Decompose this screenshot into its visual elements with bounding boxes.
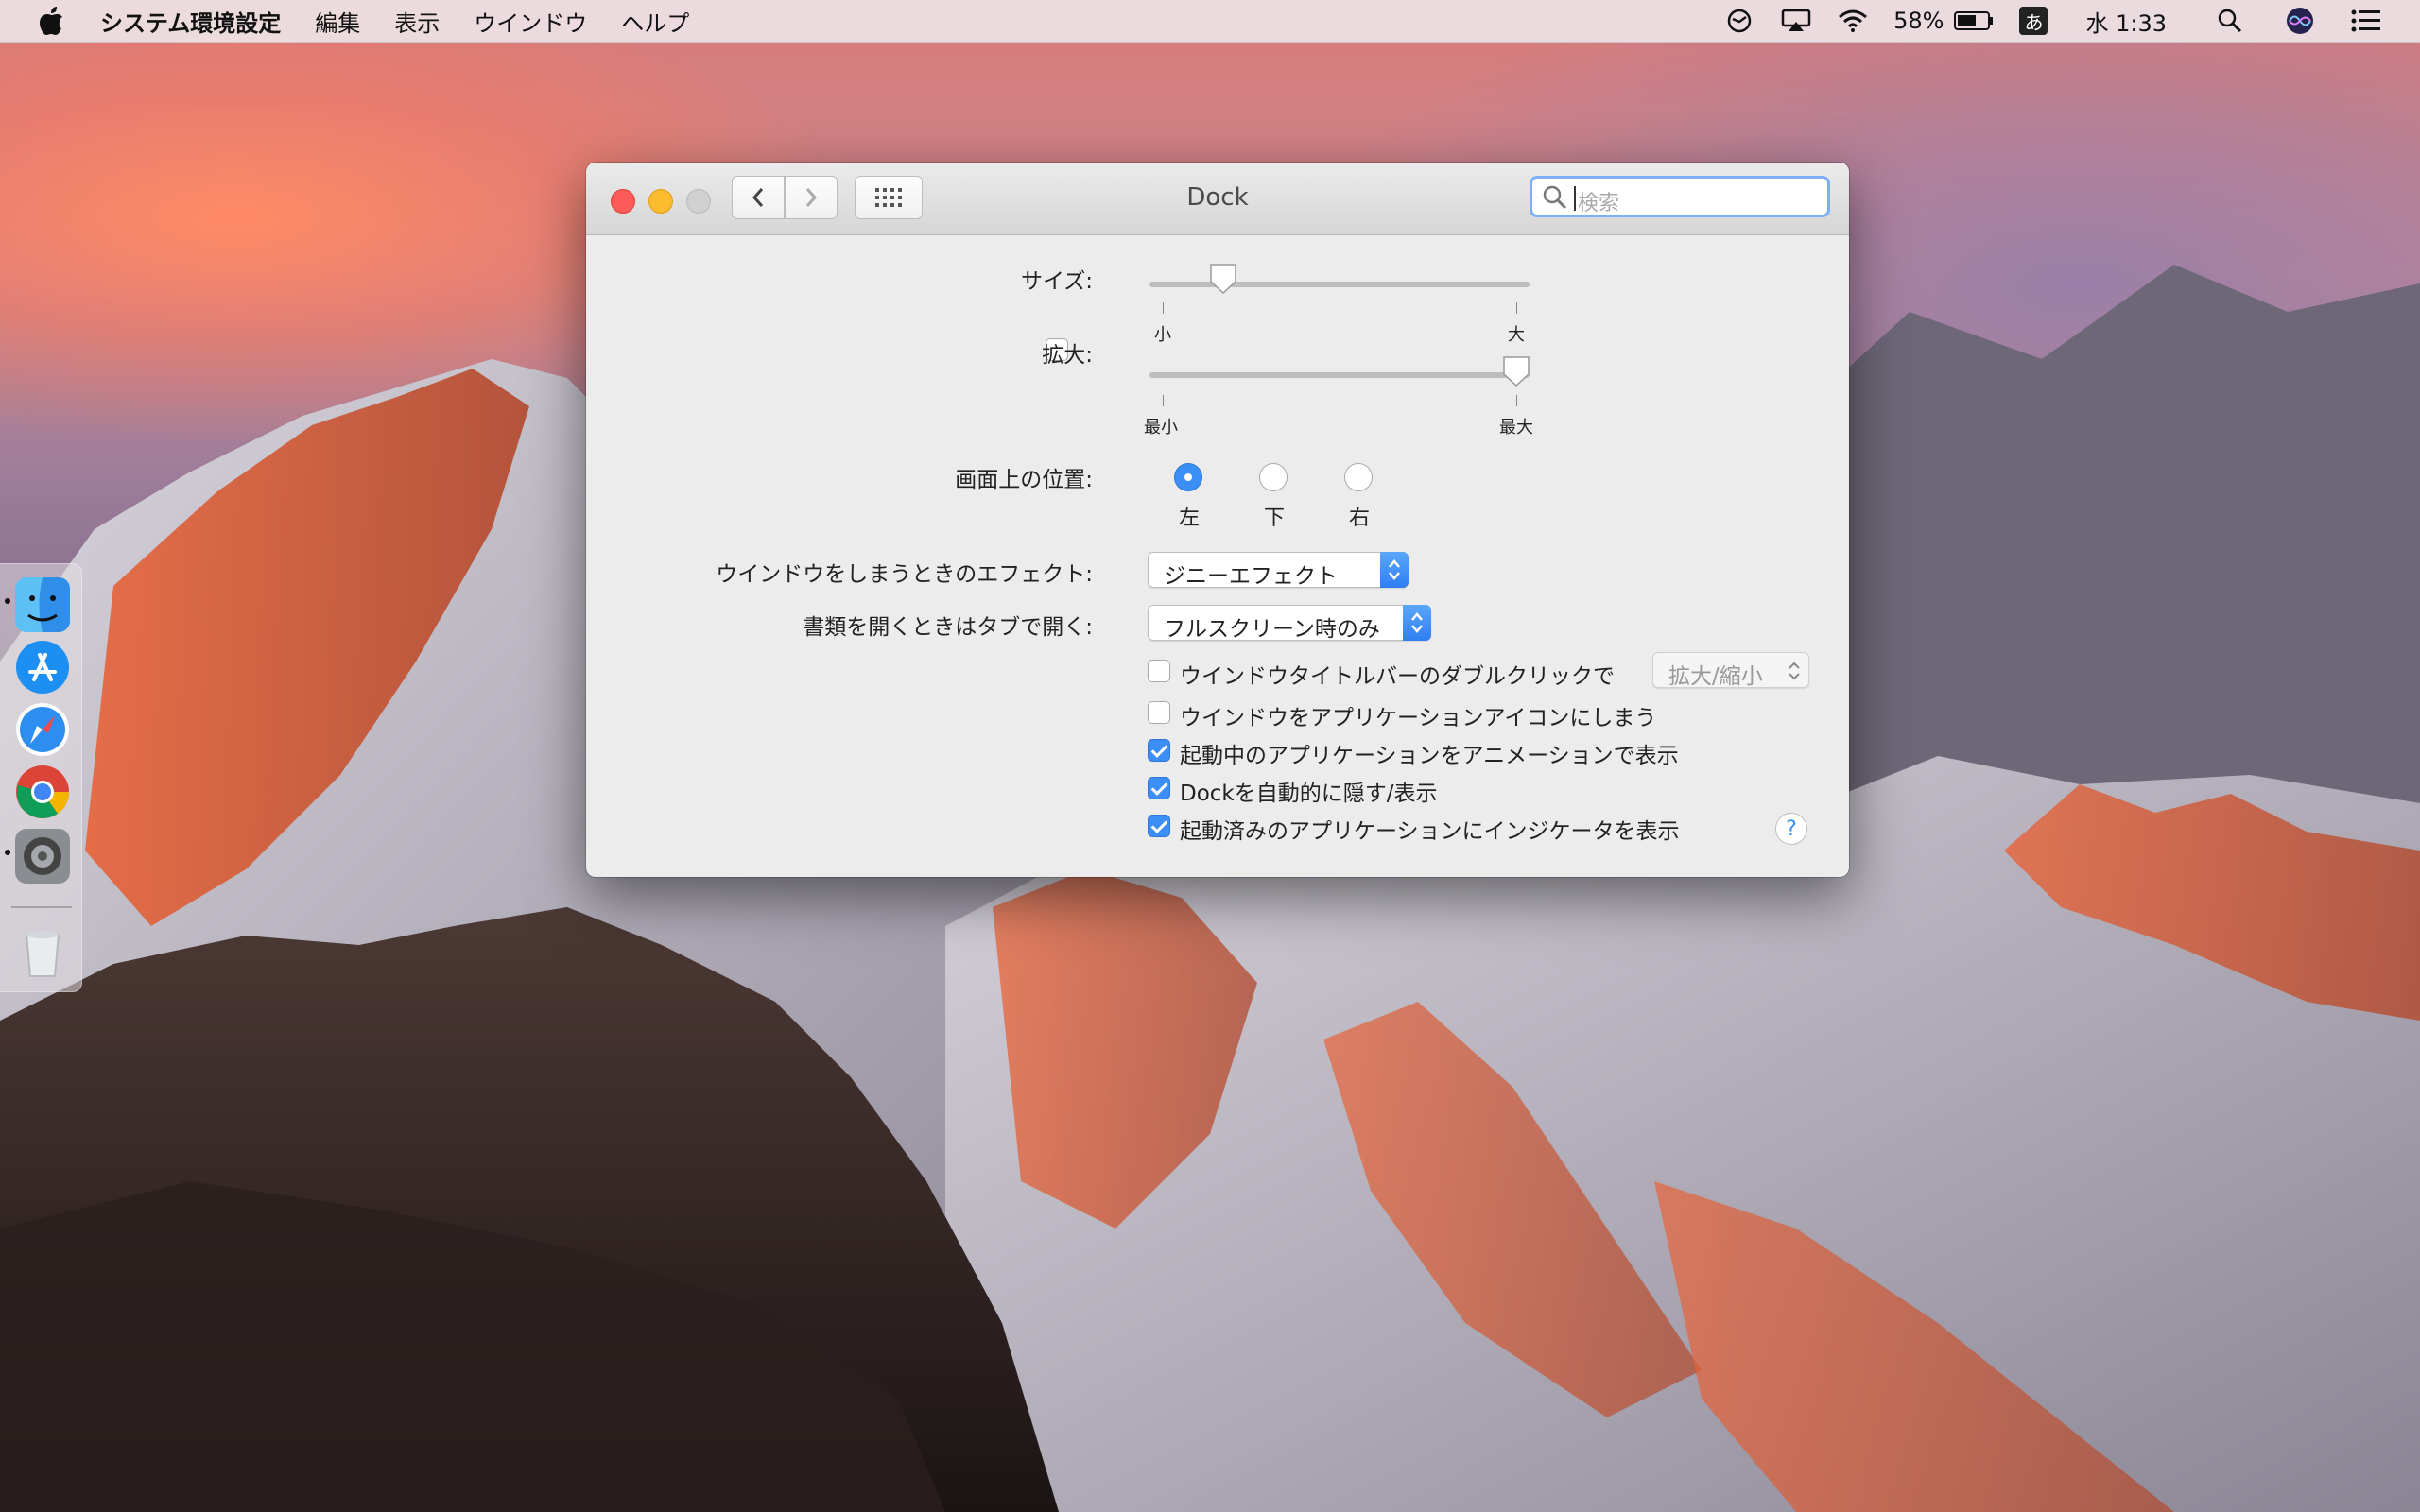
dock-settings-panel: サイズ: 小 大 拡大: 最小 最大 画面上の位置: 左 下 右 ウインドウをし…	[586, 234, 1849, 877]
spotlight-search-icon[interactable]	[2214, 7, 2246, 35]
menubar: システム環境設定 編集 表示 ウインドウ ヘルプ 58% あ 水 1:33	[0, 0, 2420, 43]
wifi-icon[interactable]	[1837, 7, 1869, 35]
magnification-max-label: 最大	[1499, 418, 1533, 438]
dock-preferences-window: Dock 検索 サイズ: 小 大 拡大: 最小 最大 画面上の位置: 左 下 右…	[586, 163, 1849, 877]
app-store-icon[interactable]	[15, 640, 70, 695]
size-tick-min	[1163, 302, 1164, 314]
magnification-tick-min	[1163, 395, 1164, 406]
help-button[interactable]: ?	[1775, 813, 1807, 845]
minimize-effect-label: ウインドウをしまうときのエフェクト:	[716, 562, 1093, 587]
position-right-label: 右	[1349, 507, 1371, 530]
battery-icon[interactable]	[1953, 7, 1995, 35]
minimize-effect-value: ジニーエフェクト	[1164, 564, 1338, 589]
updown-arrows-icon	[1380, 552, 1409, 588]
text-caret	[1574, 186, 1576, 211]
siri-icon[interactable]	[2284, 7, 2316, 35]
position-left-radio[interactable]	[1174, 463, 1202, 491]
minimize-effect-popup[interactable]: ジニーエフェクト	[1148, 552, 1409, 589]
size-tick-max	[1516, 302, 1517, 314]
size-max-label: 大	[1508, 325, 1525, 345]
minimize-into-icon-checkbox[interactable]	[1148, 701, 1170, 724]
size-label: サイズ:	[1020, 269, 1093, 294]
size-min-label: 小	[1154, 325, 1171, 345]
search-field[interactable]: 検索	[1530, 176, 1830, 217]
position-right-radio[interactable]	[1344, 463, 1373, 491]
minimize-into-icon-label: ウインドウをアプリケーションアイコンにしまう	[1180, 706, 1657, 730]
updown-arrows-icon	[1403, 605, 1431, 641]
menu-edit[interactable]: 編集	[315, 5, 360, 38]
double-click-action-value: 拡大/縮小	[1668, 664, 1763, 689]
finder-icon[interactable]	[15, 577, 70, 632]
double-click-titlebar-checkbox[interactable]	[1148, 660, 1170, 682]
autohide-dock-label: Dockを自動的に隠す/表示	[1180, 782, 1438, 806]
double-click-titlebar-label: ウインドウタイトルバーのダブルクリックで	[1180, 664, 1615, 689]
show-indicators-label: 起動済みのアプリケーションにインジケータを表示	[1180, 819, 1680, 844]
double-click-action-popup: 拡大/縮小	[1652, 652, 1809, 689]
position-label: 画面上の位置:	[955, 468, 1093, 492]
airplay-icon[interactable]	[1780, 7, 1812, 35]
system-preferences-icon[interactable]	[15, 829, 70, 884]
magnification-slider-thumb[interactable]	[1500, 355, 1532, 387]
magnification-slider-track[interactable]	[1150, 372, 1530, 378]
animate-opening-label: 起動中のアプリケーションをアニメーションで表示	[1180, 744, 1679, 768]
position-bottom-label: 下	[1264, 507, 1286, 530]
magnification-label: 拡大:	[1042, 343, 1093, 368]
prefer-tabs-value: フルスクリーン時のみ	[1164, 617, 1380, 642]
updown-arrows-icon	[1789, 662, 1800, 680]
dock	[0, 563, 82, 992]
safari-icon[interactable]	[15, 702, 70, 757]
apple-menu-icon[interactable]	[38, 6, 66, 36]
dock-running-indicator	[5, 598, 10, 604]
time-machine-icon[interactable]	[1723, 7, 1755, 35]
trash-icon[interactable]	[15, 925, 70, 980]
animate-opening-checkbox[interactable]	[1148, 739, 1170, 762]
menubar-clock[interactable]: 水 1:33	[2085, 5, 2167, 38]
input-method-icon[interactable]: あ	[2019, 7, 2048, 35]
autohide-dock-checkbox[interactable]	[1148, 777, 1170, 799]
menu-view[interactable]: 表示	[394, 5, 440, 38]
chrome-icon[interactable]	[15, 765, 70, 819]
battery-percent[interactable]: 58%	[1893, 8, 1944, 34]
dock-running-indicator	[5, 850, 10, 855]
menu-help[interactable]: ヘルプ	[621, 5, 689, 38]
size-slider-thumb[interactable]	[1207, 263, 1239, 295]
prefer-tabs-popup[interactable]: フルスクリーン時のみ	[1148, 605, 1431, 642]
window-titlebar[interactable]: Dock 検索	[586, 163, 1849, 235]
menu-app-name[interactable]: システム環境設定	[100, 5, 281, 38]
magnification-tick-max	[1516, 395, 1517, 406]
menu-window[interactable]: ウインドウ	[474, 5, 587, 38]
position-left-label: 左	[1179, 507, 1201, 530]
prefer-tabs-label: 書類を開くときはタブで開く:	[803, 615, 1093, 640]
position-bottom-radio[interactable]	[1259, 463, 1288, 491]
magnification-min-label: 最小	[1144, 418, 1178, 438]
search-icon	[1543, 185, 1567, 210]
show-indicators-checkbox[interactable]	[1148, 815, 1170, 837]
search-placeholder: 検索	[1578, 192, 1620, 215]
notification-center-icon[interactable]	[2350, 7, 2382, 35]
dock-separator	[11, 906, 72, 908]
